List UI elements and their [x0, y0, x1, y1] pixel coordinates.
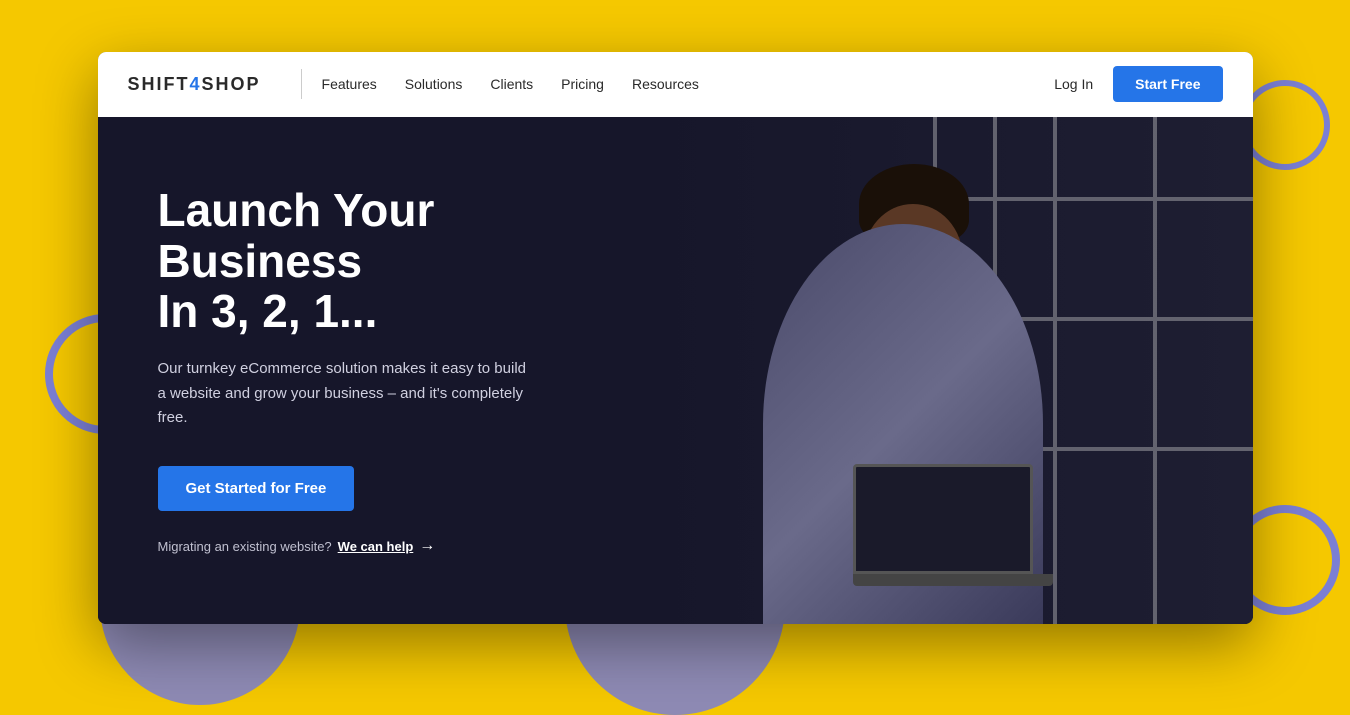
logo[interactable]: SHIFT4SHOP — [128, 74, 261, 95]
hero-title: Launch Your Business In 3, 2, 1... — [158, 185, 638, 337]
browser-window: SHIFT4SHOP Features Solutions Clients Pr… — [98, 52, 1253, 624]
migrate-section: Migrating an existing website? We can he… — [158, 537, 638, 555]
nav-pricing[interactable]: Pricing — [561, 76, 604, 92]
hero-content: Launch Your Business In 3, 2, 1... Our t… — [98, 185, 698, 555]
arrow-icon: → — [419, 537, 435, 555]
migrate-link[interactable]: We can help — [338, 539, 414, 554]
hero-section: Launch Your Business In 3, 2, 1... Our t… — [98, 117, 1253, 624]
shelf-v4 — [1153, 117, 1157, 624]
nav-features[interactable]: Features — [322, 76, 377, 92]
hero-title-line2: In 3, 2, 1... — [158, 285, 378, 337]
nav-divider — [301, 69, 302, 99]
nav-clients[interactable]: Clients — [490, 76, 533, 92]
laptop-prop — [853, 464, 1053, 594]
start-free-button[interactable]: Start Free — [1113, 66, 1222, 102]
nav-links: Features Solutions Clients Pricing Resou… — [322, 76, 1055, 92]
laptop-screen — [853, 464, 1033, 574]
get-started-button[interactable]: Get Started for Free — [158, 466, 355, 511]
nav-right: eCommerce Software Log In Start Free — [1054, 66, 1222, 102]
hero-title-line1: Launch Your Business — [158, 184, 435, 287]
login-button[interactable]: Log In — [1054, 76, 1093, 92]
migrate-label: Migrating an existing website? — [158, 539, 332, 554]
navbar: SHIFT4SHOP Features Solutions Clients Pr… — [98, 52, 1253, 117]
logo-text: SHIFT4SHOP — [128, 74, 261, 95]
nav-resources[interactable]: Resources — [632, 76, 699, 92]
laptop-base — [853, 574, 1053, 586]
nav-solutions[interactable]: Solutions — [405, 76, 463, 92]
hero-subtitle: Our turnkey eCommerce solution makes it … — [158, 357, 528, 431]
logo-number: 4 — [190, 74, 202, 94]
decorative-circle-right-top — [1240, 80, 1330, 170]
